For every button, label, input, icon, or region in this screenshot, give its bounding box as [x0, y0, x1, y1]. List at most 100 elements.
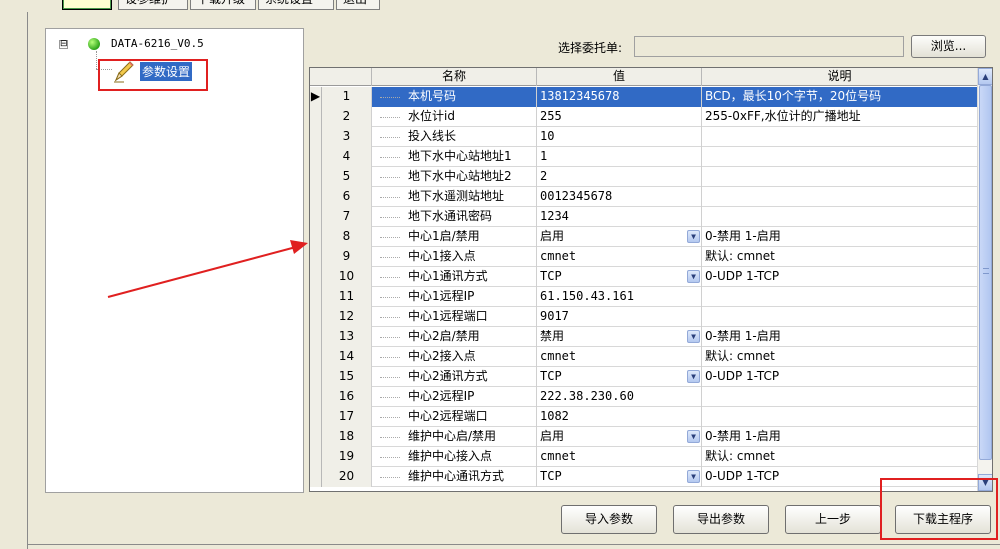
- export-params-button[interactable]: 导出参数: [673, 505, 769, 534]
- tree-collapse-icon[interactable]: ⊟: [59, 40, 68, 49]
- param-value-cell[interactable]: TCP ▼: [537, 267, 702, 287]
- table-row[interactable]: 4 地下水中心站地址1 1: [310, 147, 978, 167]
- param-desc-cell: [702, 287, 978, 307]
- dropdown-arrow-icon[interactable]: ▼: [687, 430, 700, 443]
- param-value-cell[interactable]: 61.150.43.161: [537, 287, 702, 307]
- param-name-cell[interactable]: 中心2启/禁用: [372, 327, 537, 347]
- param-value-cell[interactable]: 9017: [537, 307, 702, 327]
- table-row[interactable]: 9 中心1接入点 cmnet 默认: cmnet: [310, 247, 978, 267]
- table-row[interactable]: 5 地下水中心站地址2 2: [310, 167, 978, 187]
- browse-button[interactable]: 浏览...: [911, 35, 986, 58]
- param-name-cell[interactable]: 投入线长: [372, 127, 537, 147]
- delegate-file-input[interactable]: [634, 36, 904, 57]
- table-row[interactable]: 8 中心1启/禁用 启用 ▼ 0-禁用 1-启用: [310, 227, 978, 247]
- tree-root-label[interactable]: DATA-6216_V0.5: [111, 37, 204, 50]
- param-value-cell[interactable]: cmnet: [537, 447, 702, 467]
- param-name-cell[interactable]: 维护中心启/禁用: [372, 427, 537, 447]
- param-name-cell[interactable]: 本机号码: [372, 87, 537, 107]
- param-value-cell[interactable]: 启用 ▼: [537, 227, 702, 247]
- table-row[interactable]: 18 维护中心启/禁用 启用 ▼ 0-禁用 1-启用: [310, 427, 978, 447]
- toolbar-tab-system-settings[interactable]: 系统设置: [258, 0, 334, 10]
- dropdown-arrow-icon[interactable]: ▼: [687, 330, 700, 343]
- param-value-cell[interactable]: 禁用 ▼: [537, 327, 702, 347]
- param-name-cell[interactable]: 中心2远程IP: [372, 387, 537, 407]
- param-name-cell[interactable]: 中心1接入点: [372, 247, 537, 267]
- param-name-cell[interactable]: 中心1远程端口: [372, 307, 537, 327]
- param-value-cell[interactable]: 255: [537, 107, 702, 127]
- param-value-cell[interactable]: cmnet: [537, 247, 702, 267]
- toolbar-tab-param-maintenance[interactable]: 设参维护: [118, 0, 188, 10]
- table-row[interactable]: 6 地下水遥测站地址 0012345678: [310, 187, 978, 207]
- scroll-up-icon[interactable]: ▲: [978, 68, 992, 85]
- row-index: 8: [322, 227, 372, 247]
- table-row[interactable]: 11 中心1远程IP 61.150.43.161: [310, 287, 978, 307]
- param-value-cell[interactable]: 1082: [537, 407, 702, 427]
- param-name-cell[interactable]: 中心2通讯方式: [372, 367, 537, 387]
- param-name-cell[interactable]: 中心1启/禁用: [372, 227, 537, 247]
- scroll-thumb[interactable]: [979, 85, 992, 460]
- table-row[interactable]: 10 中心1通讯方式 TCP ▼ 0-UDP 1-TCP: [310, 267, 978, 287]
- param-desc: 0-禁用 1-启用: [705, 229, 781, 243]
- param-value-cell[interactable]: 13812345678: [537, 87, 702, 107]
- top-toolbar: 设参维护 下载升级 系统设置 退出: [0, 0, 1000, 12]
- param-value: TCP: [540, 369, 562, 383]
- param-name-cell[interactable]: 维护中心通讯方式: [372, 467, 537, 487]
- import-params-button[interactable]: 导入参数: [561, 505, 657, 534]
- param-name-cell[interactable]: 中心1通讯方式: [372, 267, 537, 287]
- param-name: 中心1通讯方式: [408, 269, 488, 283]
- tree-connector: [380, 117, 400, 118]
- table-row[interactable]: 3 投入线长 10: [310, 127, 978, 147]
- header-value[interactable]: 值: [537, 68, 702, 86]
- param-value-cell[interactable]: 1: [537, 147, 702, 167]
- param-value-cell[interactable]: 222.38.230.60: [537, 387, 702, 407]
- table-row[interactable]: 19 维护中心接入点 cmnet 默认: cmnet: [310, 447, 978, 467]
- table-row[interactable]: 17 中心2远程端口 1082: [310, 407, 978, 427]
- row-indicator-icon: [310, 127, 322, 147]
- prev-step-button[interactable]: 上一步: [785, 505, 881, 534]
- toolbar-tab-exit[interactable]: 退出: [336, 0, 380, 10]
- table-row[interactable]: 12 中心1远程端口 9017: [310, 307, 978, 327]
- table-row[interactable]: 14 中心2接入点 cmnet 默认: cmnet: [310, 347, 978, 367]
- dropdown-arrow-icon[interactable]: ▼: [687, 470, 700, 483]
- table-row[interactable]: ▶ 1 本机号码 13812345678 BCD，最长10个字节，20位号码: [310, 87, 978, 107]
- param-value-cell[interactable]: 启用 ▼: [537, 427, 702, 447]
- param-name-cell[interactable]: 中心1远程IP: [372, 287, 537, 307]
- param-value-cell[interactable]: 2: [537, 167, 702, 187]
- param-value-cell[interactable]: TCP ▼: [537, 367, 702, 387]
- row-index: 19: [322, 447, 372, 467]
- param-grid: 名称 值 说明 ▶ 1 本机号码 13812345678 BCD，最长10个字节，20位…: [309, 67, 993, 492]
- row-index: 13: [322, 327, 372, 347]
- toolbar-tab-active[interactable]: [62, 0, 112, 10]
- param-value: 启用: [540, 229, 565, 243]
- table-row[interactable]: 13 中心2启/禁用 禁用 ▼ 0-禁用 1-启用: [310, 327, 978, 347]
- dropdown-arrow-icon[interactable]: ▼: [687, 230, 700, 243]
- param-name-cell[interactable]: 中心2远程端口: [372, 407, 537, 427]
- param-value-cell[interactable]: 10: [537, 127, 702, 147]
- table-row[interactable]: 20 维护中心通讯方式 TCP ▼ 0-UDP 1-TCP: [310, 467, 978, 487]
- param-name-cell[interactable]: 地下水遥测站地址: [372, 187, 537, 207]
- vertical-scrollbar[interactable]: ▲ ▼: [977, 68, 992, 491]
- tree-connector: [380, 457, 400, 458]
- param-value-cell[interactable]: cmnet: [537, 347, 702, 367]
- dropdown-arrow-icon[interactable]: ▼: [687, 270, 700, 283]
- header-name[interactable]: 名称: [372, 68, 537, 86]
- param-name-cell[interactable]: 地下水中心站地址2: [372, 167, 537, 187]
- annotation-highlight-box: [98, 59, 208, 91]
- table-row[interactable]: 2 水位计id 255 255-0xFF,水位计的广播地址: [310, 107, 978, 127]
- table-row[interactable]: 15 中心2通讯方式 TCP ▼ 0-UDP 1-TCP: [310, 367, 978, 387]
- param-name-cell[interactable]: 水位计id: [372, 107, 537, 127]
- toolbar-tab-download-upgrade[interactable]: 下载升级: [190, 0, 256, 10]
- param-name-cell[interactable]: 地下水通讯密码: [372, 207, 537, 227]
- param-value-cell[interactable]: TCP ▼: [537, 467, 702, 487]
- param-desc: 0-禁用 1-启用: [705, 329, 781, 343]
- param-desc: 0-UDP 1-TCP: [705, 469, 780, 483]
- param-name-cell[interactable]: 地下水中心站地址1: [372, 147, 537, 167]
- param-value-cell[interactable]: 1234: [537, 207, 702, 227]
- param-name-cell[interactable]: 维护中心接入点: [372, 447, 537, 467]
- dropdown-arrow-icon[interactable]: ▼: [687, 370, 700, 383]
- table-row[interactable]: 16 中心2远程IP 222.38.230.60: [310, 387, 978, 407]
- param-value-cell[interactable]: 0012345678: [537, 187, 702, 207]
- param-name-cell[interactable]: 中心2接入点: [372, 347, 537, 367]
- header-desc[interactable]: 说明: [702, 68, 978, 86]
- table-row[interactable]: 7 地下水通讯密码 1234: [310, 207, 978, 227]
